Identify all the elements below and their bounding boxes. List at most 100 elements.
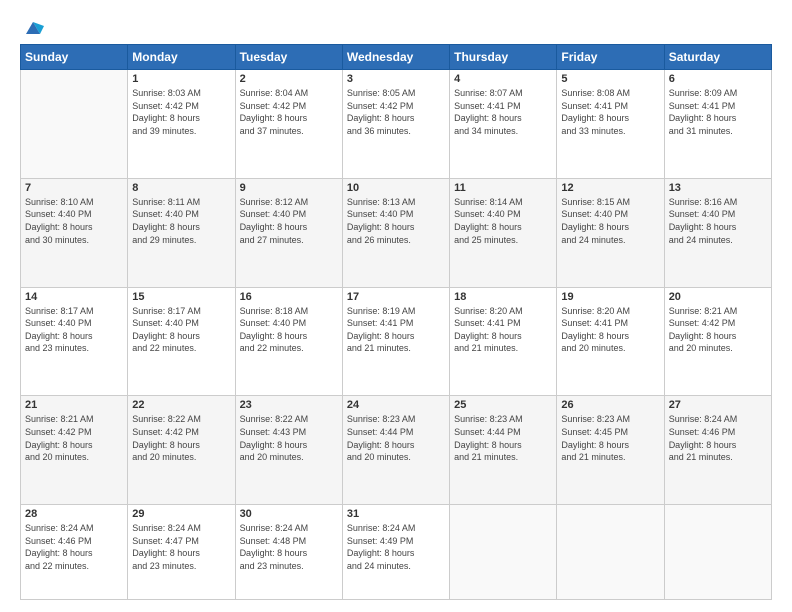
day-info: Sunrise: 8:07 AM Sunset: 4:41 PM Dayligh…	[454, 87, 552, 137]
day-number: 15	[132, 291, 230, 303]
day-number: 3	[347, 73, 445, 85]
day-number: 18	[454, 291, 552, 303]
day-info: Sunrise: 8:03 AM Sunset: 4:42 PM Dayligh…	[132, 87, 230, 137]
day-info: Sunrise: 8:24 AM Sunset: 4:48 PM Dayligh…	[240, 522, 338, 572]
day-number: 20	[669, 291, 767, 303]
calendar-cell: 8 Sunrise: 8:11 AM Sunset: 4:40 PM Daylig…	[128, 178, 235, 287]
calendar-cell: 9 Sunrise: 8:12 AM Sunset: 4:40 PM Daylig…	[235, 178, 342, 287]
calendar-cell	[557, 505, 664, 600]
calendar-cell: 30Sunrise: 8:24 AM Sunset: 4:48 PM Dayli…	[235, 505, 342, 600]
calendar-cell	[450, 505, 557, 600]
calendar-cell: 26Sunrise: 8:23 AM Sunset: 4:45 PM Dayli…	[557, 396, 664, 505]
calendar-cell: 14 Sunrise: 8:17 AM Sunset: 4:40 PM Dayli…	[21, 287, 128, 396]
calendar-cell: 12 Sunrise: 8:15 AM Sunset: 4:40 PM Dayli…	[557, 178, 664, 287]
day-info: Sunrise: 8:14 AM Sunset: 4:40 PM Dayligh…	[454, 196, 552, 246]
calendar-cell: 28 Sunrise: 8:24 AM Sunset: 4:46 PM Dayli…	[21, 505, 128, 600]
calendar-week-row: 1 Sunrise: 8:03 AM Sunset: 4:42 PM Daylig…	[21, 70, 772, 179]
calendar-cell: 4 Sunrise: 8:07 AM Sunset: 4:41 PM Daylig…	[450, 70, 557, 179]
calendar-cell: 24 Sunrise: 8:23 AM Sunset: 4:44 PM Dayli…	[342, 396, 449, 505]
day-header-wednesday: Wednesday	[342, 45, 449, 70]
day-info: Sunrise: 8:21 AM Sunset: 4:42 PM Dayligh…	[25, 413, 123, 463]
day-number: 4	[454, 73, 552, 85]
calendar-cell: 5 Sunrise: 8:08 AM Sunset: 4:41 PM Daylig…	[557, 70, 664, 179]
logo-icon	[22, 16, 44, 38]
day-number: 1	[132, 73, 230, 85]
day-info: Sunrise: 8:09 AM Sunset: 4:41 PM Dayligh…	[669, 87, 767, 137]
calendar-cell: 29 Sunrise: 8:24 AM Sunset: 4:47 PM Dayli…	[128, 505, 235, 600]
day-info: Sunrise: 8:24 AM Sunset: 4:49 PM Dayligh…	[347, 522, 445, 572]
calendar-week-row: 28 Sunrise: 8:24 AM Sunset: 4:46 PM Dayli…	[21, 505, 772, 600]
day-header-friday: Friday	[557, 45, 664, 70]
day-number: 9	[240, 182, 338, 194]
calendar-cell: 20 Sunrise: 8:21 AM Sunset: 4:42 PM Dayli…	[664, 287, 771, 396]
day-info: Sunrise: 8:13 AM Sunset: 4:40 PM Dayligh…	[347, 196, 445, 246]
calendar-cell: 2 Sunrise: 8:04 AM Sunset: 4:42 PM Daylig…	[235, 70, 342, 179]
calendar-cell: 25Sunrise: 8:23 AM Sunset: 4:44 PM Dayli…	[450, 396, 557, 505]
day-info: Sunrise: 8:23 AM Sunset: 4:44 PM Dayligh…	[454, 413, 552, 463]
calendar-week-row: 7Sunrise: 8:10 AM Sunset: 4:40 PM Daylig…	[21, 178, 772, 287]
day-info: Sunrise: 8:20 AM Sunset: 4:41 PM Dayligh…	[454, 305, 552, 355]
calendar-cell	[664, 505, 771, 600]
day-number: 5	[561, 73, 659, 85]
calendar-cell: 3Sunrise: 8:05 AM Sunset: 4:42 PM Daylig…	[342, 70, 449, 179]
day-header-sunday: Sunday	[21, 45, 128, 70]
calendar-cell: 13 Sunrise: 8:16 AM Sunset: 4:40 PM Dayli…	[664, 178, 771, 287]
day-number: 29	[132, 508, 230, 520]
day-number: 2	[240, 73, 338, 85]
day-header-tuesday: Tuesday	[235, 45, 342, 70]
day-info: Sunrise: 8:08 AM Sunset: 4:41 PM Dayligh…	[561, 87, 659, 137]
day-info: Sunrise: 8:15 AM Sunset: 4:40 PM Dayligh…	[561, 196, 659, 246]
day-info: Sunrise: 8:22 AM Sunset: 4:42 PM Dayligh…	[132, 413, 230, 463]
day-number: 11	[454, 182, 552, 194]
day-number: 6	[669, 73, 767, 85]
page: SundayMondayTuesdayWednesdayThursdayFrid…	[0, 0, 792, 612]
calendar-cell: 31Sunrise: 8:24 AM Sunset: 4:49 PM Dayli…	[342, 505, 449, 600]
day-info: Sunrise: 8:24 AM Sunset: 4:46 PM Dayligh…	[25, 522, 123, 572]
day-info: Sunrise: 8:22 AM Sunset: 4:43 PM Dayligh…	[240, 413, 338, 463]
day-info: Sunrise: 8:04 AM Sunset: 4:42 PM Dayligh…	[240, 87, 338, 137]
day-number: 23	[240, 399, 338, 411]
day-info: Sunrise: 8:18 AM Sunset: 4:40 PM Dayligh…	[240, 305, 338, 355]
day-info: Sunrise: 8:23 AM Sunset: 4:45 PM Dayligh…	[561, 413, 659, 463]
day-header-thursday: Thursday	[450, 45, 557, 70]
calendar-week-row: 14 Sunrise: 8:17 AM Sunset: 4:40 PM Dayli…	[21, 287, 772, 396]
day-info: Sunrise: 8:19 AM Sunset: 4:41 PM Dayligh…	[347, 305, 445, 355]
calendar-cell: 19 Sunrise: 8:20 AM Sunset: 4:41 PM Dayli…	[557, 287, 664, 396]
day-number: 27	[669, 399, 767, 411]
calendar-cell: 22Sunrise: 8:22 AM Sunset: 4:42 PM Dayli…	[128, 396, 235, 505]
calendar-cell: 1 Sunrise: 8:03 AM Sunset: 4:42 PM Daylig…	[128, 70, 235, 179]
day-number: 13	[669, 182, 767, 194]
calendar-cell: 17Sunrise: 8:19 AM Sunset: 4:41 PM Dayli…	[342, 287, 449, 396]
day-number: 12	[561, 182, 659, 194]
calendar-cell: 18 Sunrise: 8:20 AM Sunset: 4:41 PM Dayli…	[450, 287, 557, 396]
calendar-cell: 27 Sunrise: 8:24 AM Sunset: 4:46 PM Dayli…	[664, 396, 771, 505]
calendar-cell: 10Sunrise: 8:13 AM Sunset: 4:40 PM Dayli…	[342, 178, 449, 287]
day-info: Sunrise: 8:17 AM Sunset: 4:40 PM Dayligh…	[25, 305, 123, 355]
day-info: Sunrise: 8:17 AM Sunset: 4:40 PM Dayligh…	[132, 305, 230, 355]
day-number: 19	[561, 291, 659, 303]
calendar-cell	[21, 70, 128, 179]
calendar-cell: 15 Sunrise: 8:17 AM Sunset: 4:40 PM Dayli…	[128, 287, 235, 396]
day-number: 28	[25, 508, 123, 520]
day-info: Sunrise: 8:23 AM Sunset: 4:44 PM Dayligh…	[347, 413, 445, 463]
calendar-cell: 6 Sunrise: 8:09 AM Sunset: 4:41 PM Daylig…	[664, 70, 771, 179]
calendar-cell: 21Sunrise: 8:21 AM Sunset: 4:42 PM Dayli…	[21, 396, 128, 505]
day-header-monday: Monday	[128, 45, 235, 70]
day-info: Sunrise: 8:20 AM Sunset: 4:41 PM Dayligh…	[561, 305, 659, 355]
day-info: Sunrise: 8:24 AM Sunset: 4:47 PM Dayligh…	[132, 522, 230, 572]
day-info: Sunrise: 8:12 AM Sunset: 4:40 PM Dayligh…	[240, 196, 338, 246]
header	[20, 16, 772, 34]
calendar-cell: 16Sunrise: 8:18 AM Sunset: 4:40 PM Dayli…	[235, 287, 342, 396]
calendar-cell: 7Sunrise: 8:10 AM Sunset: 4:40 PM Daylig…	[21, 178, 128, 287]
day-info: Sunrise: 8:11 AM Sunset: 4:40 PM Dayligh…	[132, 196, 230, 246]
day-info: Sunrise: 8:21 AM Sunset: 4:42 PM Dayligh…	[669, 305, 767, 355]
day-number: 14	[25, 291, 123, 303]
calendar-table: SundayMondayTuesdayWednesdayThursdayFrid…	[20, 44, 772, 600]
day-info: Sunrise: 8:24 AM Sunset: 4:46 PM Dayligh…	[669, 413, 767, 463]
day-number: 8	[132, 182, 230, 194]
calendar-header-row: SundayMondayTuesdayWednesdayThursdayFrid…	[21, 45, 772, 70]
day-info: Sunrise: 8:16 AM Sunset: 4:40 PM Dayligh…	[669, 196, 767, 246]
day-number: 7	[25, 182, 123, 194]
calendar-week-row: 21Sunrise: 8:21 AM Sunset: 4:42 PM Dayli…	[21, 396, 772, 505]
day-number: 24	[347, 399, 445, 411]
